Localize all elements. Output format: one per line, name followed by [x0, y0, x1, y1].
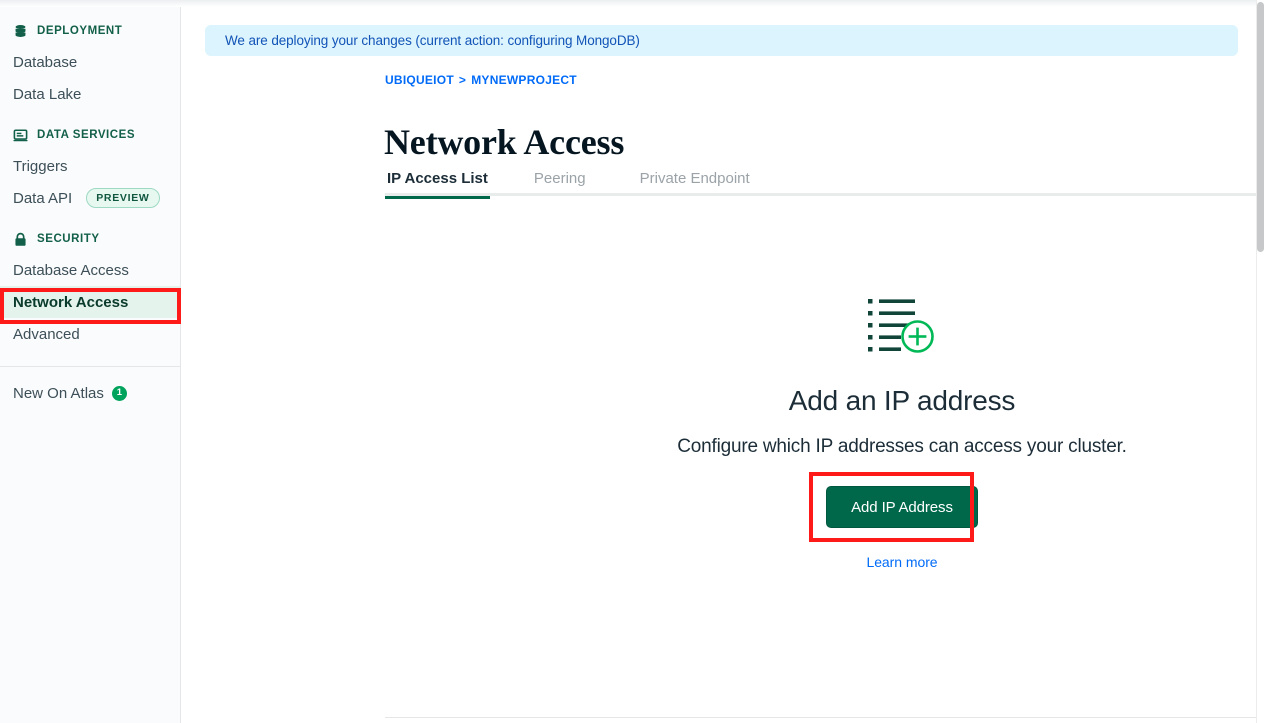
breadcrumb-org[interactable]: UBIQUEIOT — [385, 73, 454, 87]
sidebar-divider — [0, 366, 180, 367]
sidebar-section-security: SECURITY — [0, 224, 180, 254]
tab-label: Private Endpoint — [639, 169, 750, 187]
sidebar-item-database-access[interactable]: Database Access — [0, 254, 180, 286]
sidebar-item-label: Network Access — [13, 293, 129, 311]
sidebar-section-label: DATA SERVICES — [37, 129, 136, 141]
empty-state-title: Add an IP address — [788, 385, 1016, 416]
new-on-atlas-count-badge: 1 — [111, 385, 127, 401]
sidebar-item-database[interactable]: Database — [0, 46, 180, 78]
add-to-list-icon — [868, 296, 936, 359]
sidebar-item-data-lake[interactable]: Data Lake — [0, 78, 180, 110]
add-ip-address-button[interactable]: Add IP Address — [826, 486, 978, 528]
sidebar-item-label: Triggers — [13, 157, 68, 175]
empty-state: Add an IP address Configure which IP add… — [385, 196, 1265, 570]
breadcrumb: UBIQUEIOT > MYNEWPROJECT — [385, 73, 577, 87]
sidebar: DEPLOYMENT Database Data Lake DATA SERVI… — [0, 0, 181, 723]
learn-more-link[interactable]: Learn more — [866, 554, 937, 570]
sidebar-section-label: DEPLOYMENT — [37, 25, 123, 37]
database-icon — [13, 24, 28, 39]
breadcrumb-project[interactable]: MYNEWPROJECT — [471, 73, 577, 87]
tab-bar: IP Access List Peering Private Endpoint — [385, 160, 1265, 199]
sidebar-section-deployment: DEPLOYMENT — [0, 16, 180, 46]
sidebar-item-label: Data Lake — [13, 85, 82, 103]
sidebar-item-data-api[interactable]: Data API PREVIEW — [0, 182, 180, 214]
lock-icon — [13, 232, 28, 247]
sidebar-section-data-services: DATA SERVICES — [0, 120, 180, 150]
sidebar-item-advanced[interactable]: Advanced — [0, 318, 180, 350]
tab-ip-access-list[interactable]: IP Access List — [385, 160, 490, 199]
sidebar-item-label: Advanced — [13, 325, 80, 343]
laptop-icon — [13, 128, 28, 143]
page-title: Network Access — [384, 122, 625, 163]
empty-state-description: Configure which IP addresses can access … — [677, 436, 1127, 457]
sidebar-item-new-on-atlas[interactable]: New On Atlas 1 — [0, 377, 180, 409]
preview-badge: PREVIEW — [86, 188, 160, 208]
sidebar-item-label: New On Atlas — [13, 384, 104, 402]
sidebar-item-network-access[interactable]: Network Access — [0, 286, 180, 318]
banner-text: We are deploying your changes (current a… — [225, 33, 640, 48]
breadcrumb-separator: > — [458, 73, 467, 87]
sidebar-item-triggers[interactable]: Triggers — [0, 150, 180, 182]
vertical-scrollbar-thumb[interactable] — [1257, 2, 1264, 252]
sidebar-item-label: Database Access — [13, 261, 129, 279]
sidebar-item-label: Database — [13, 53, 78, 71]
tab-private-endpoint[interactable]: Private Endpoint — [638, 160, 752, 196]
sidebar-section-label: SECURITY — [37, 233, 100, 245]
main-content: We are deploying your changes (current a… — [181, 0, 1265, 723]
tab-label: IP Access List — [387, 169, 488, 187]
tab-peering[interactable]: Peering — [532, 160, 588, 196]
tab-label: Peering — [533, 169, 586, 187]
cta-wrapper: Add IP Address — [809, 472, 978, 542]
bottom-divider — [385, 717, 1265, 718]
deployment-status-banner: We are deploying your changes (current a… — [205, 25, 1238, 56]
sidebar-item-label: Data API — [13, 189, 73, 207]
atlas-network-access-page: DEPLOYMENT Database Data Lake DATA SERVI… — [0, 0, 1265, 723]
